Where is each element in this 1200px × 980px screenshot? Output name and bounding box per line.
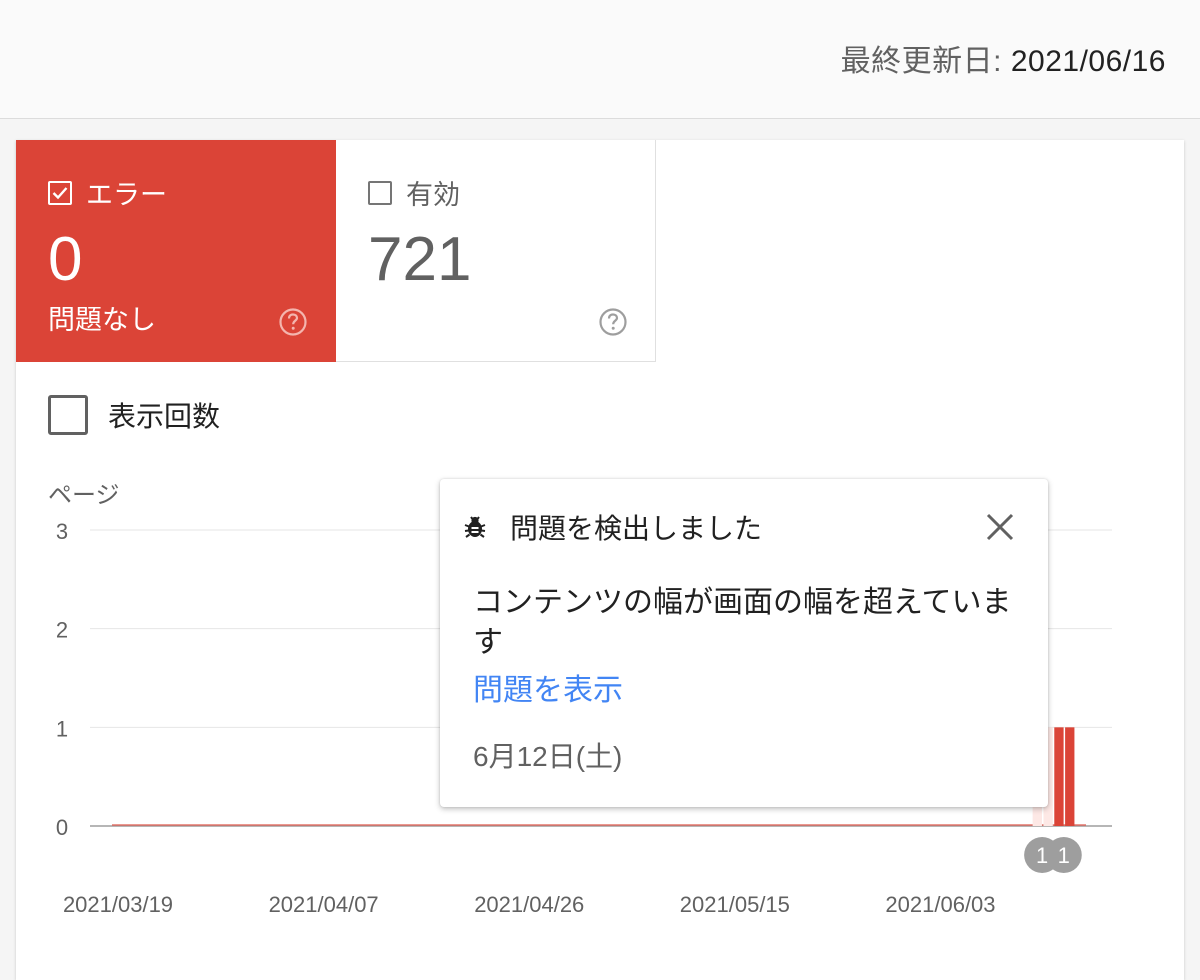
x-tick-label: 2021/06/03: [885, 892, 995, 917]
x-tick-label: 2021/05/15: [680, 892, 790, 917]
y-tick-label: 1: [56, 716, 68, 741]
view-issue-link[interactable]: 問題を表示: [473, 665, 623, 709]
x-tick-label: 2021/04/07: [269, 892, 379, 917]
y-axis-label: ページ: [48, 481, 120, 509]
issue-tooltip: 問題を検出しました コンテンツの幅が画面の幅を超えています 問題を表示 6月12…: [440, 479, 1048, 807]
bar: [1054, 727, 1064, 826]
bug-icon: [464, 516, 486, 538]
tooltip-message: コンテンツの幅が画面の幅を超えています: [473, 586, 1012, 659]
x-tick-label: 2021/04/26: [474, 892, 584, 917]
close-icon[interactable]: [984, 511, 1016, 543]
tooltip-header: 問題を検出しました: [462, 507, 762, 547]
annotation-badge: 1: [1045, 837, 1082, 873]
bar: [1065, 727, 1075, 826]
y-tick-label: 3: [56, 519, 68, 544]
x-tick-label: 2021/03/19: [63, 892, 173, 917]
tooltip-date: 6月12日(土): [473, 741, 623, 772]
annotation-label: 1: [1058, 843, 1070, 868]
y-tick-label: 2: [56, 618, 68, 643]
y-tick-label: 0: [56, 815, 68, 840]
tooltip-title: 問題を検出しました: [510, 513, 763, 544]
